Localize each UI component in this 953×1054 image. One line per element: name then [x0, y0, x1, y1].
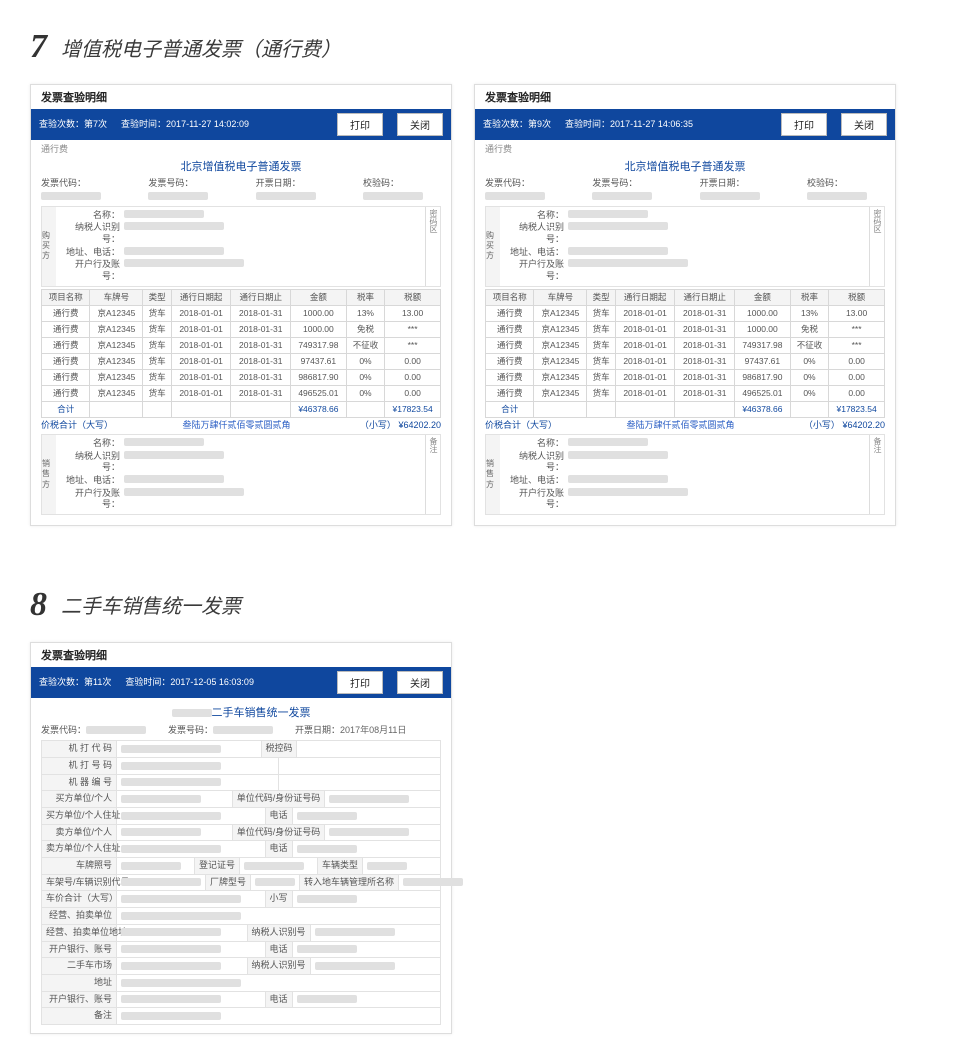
card-title: 发票查验明细 — [31, 643, 451, 667]
table-row: 通行费京A12345货车2018-01-012018-01-311000.00免… — [42, 321, 441, 337]
table-row: 通行费京A12345货车2018-01-012018-01-3197437.61… — [42, 353, 441, 369]
seller-block: 销售方 名称： 纳税人识别号： 地址、电话： 开户行及账号： 备注 — [485, 434, 885, 515]
table-row: 通行费京A12345货车2018-01-012018-01-311000.001… — [42, 305, 441, 321]
print-button[interactable]: 打印 — [337, 113, 383, 136]
card-bluebar: 查验次数：第7次 查验时间：2017-11-27 14:02:09 打印 关闭 — [31, 109, 451, 140]
table-row: 通行费京A12345货车2018-01-012018-01-31749317.9… — [42, 337, 441, 353]
invoice-title: 二手车销售统一发票 — [41, 702, 441, 724]
card-bluebar: 查验次数：第11次 查验时间：2017-12-05 16:03:09 打印 关闭 — [31, 667, 451, 698]
toll-invoice-card-b: 发票查验明细 查验次数：第9次 查验时间：2017-11-27 14:06:35… — [474, 84, 896, 526]
section-number: 7 — [30, 28, 47, 66]
card-title: 发票查验明细 — [31, 85, 451, 109]
section-number: 8 — [30, 586, 47, 624]
card-title: 发票查验明细 — [475, 85, 895, 109]
invoice-title: 北京增值税电子普通发票 — [41, 156, 441, 178]
table-row: 通行费京A12345货车2018-01-012018-01-31496525.0… — [42, 386, 441, 402]
invoice-meta: 发票代码： 发票号码： 开票日期： 校验码： — [41, 178, 441, 201]
section-title: 增值税电子普通发票（通行费） — [61, 33, 341, 62]
close-button[interactable]: 关闭 — [397, 113, 443, 136]
toll-invoice-row: 发票查验明细 查验次数：第7次 查验时间：2017-11-27 14:02:09… — [30, 84, 923, 526]
section-7-header: 7 增值税电子普通发票（通行费） — [30, 28, 923, 66]
check-time: 查验时间：2017-12-05 16:03:09 — [125, 677, 254, 689]
usedcar-form: 机 打 代 码 税控码 机 打 号 码 机 器 编 号 买方单位/个人单位代码/… — [41, 740, 441, 1025]
seller-block: 销售方 名称： 纳税人识别号： 地址、电话： 开户行及账号： 备注 — [41, 434, 441, 515]
total-row: 合计¥46378.66¥17823.54 — [42, 402, 441, 418]
table-row: 通行费京A12345货车2018-01-012018-01-311000.001… — [486, 305, 885, 321]
check-count: 查验次数：第9次 — [483, 119, 551, 131]
total-row: 合计¥46378.66¥17823.54 — [486, 402, 885, 418]
invoice-meta: 发票代码： 发票号码： 开票日期：2017年08月11日 — [41, 725, 441, 737]
print-button[interactable]: 打印 — [781, 113, 827, 136]
items-table: 项目名称车牌号类型通行日期起通行日期止金额税率税额 通行费京A12345货车20… — [485, 289, 885, 418]
grand-total: 价税合计（大写） 叁陆万肆仟贰佰零贰圆贰角 （小写） ¥64202.20 — [485, 420, 885, 432]
invoice-meta: 发票代码： 发票号码： 开票日期： 校验码： — [485, 178, 885, 201]
card-bluebar: 查验次数：第9次 查验时间：2017-11-27 14:06:35 打印 关闭 — [475, 109, 895, 140]
table-row: 通行费京A12345货车2018-01-012018-01-311000.00免… — [486, 321, 885, 337]
print-button[interactable]: 打印 — [337, 671, 383, 694]
check-count: 查验次数：第11次 — [39, 677, 111, 689]
check-count: 查验次数：第7次 — [39, 119, 107, 131]
usedcar-invoice-card: 发票查验明细 查验次数：第11次 查验时间：2017-12-05 16:03:0… — [30, 642, 452, 1034]
items-table: 项目名称车牌号类型通行日期起通行日期止金额税率税额 通行费京A12345货车20… — [41, 289, 441, 418]
buyer-block: 购买方 名称： 纳税人识别号： 地址、电话： 开户行及账号： 密码区 — [41, 206, 441, 287]
table-row: 通行费京A12345货车2018-01-012018-01-31986817.9… — [42, 370, 441, 386]
section-title: 二手车销售统一发票 — [61, 590, 241, 619]
section-8-header: 8 二手车销售统一发票 — [30, 586, 923, 624]
grand-total: 价税合计（大写） 叁陆万肆仟贰佰零贰圆贰角 （小写） ¥64202.20 — [41, 420, 441, 432]
check-time: 查验时间：2017-11-27 14:06:35 — [565, 119, 693, 131]
table-row: 通行费京A12345货车2018-01-012018-01-3197437.61… — [486, 353, 885, 369]
table-row: 通行费京A12345货车2018-01-012018-01-31496525.0… — [486, 386, 885, 402]
table-row: 通行费京A12345货车2018-01-012018-01-31749317.9… — [486, 337, 885, 353]
toll-invoice-card-a: 发票查验明细 查验次数：第7次 查验时间：2017-11-27 14:02:09… — [30, 84, 452, 526]
close-button[interactable]: 关闭 — [841, 113, 887, 136]
buyer-block: 购买方 名称： 纳税人识别号： 地址、电话： 开户行及账号： 密码区 — [485, 206, 885, 287]
close-button[interactable]: 关闭 — [397, 671, 443, 694]
table-row: 通行费京A12345货车2018-01-012018-01-31986817.9… — [486, 370, 885, 386]
invoice-title: 北京增值税电子普通发票 — [485, 156, 885, 178]
check-time: 查验时间：2017-11-27 14:02:09 — [121, 119, 249, 131]
